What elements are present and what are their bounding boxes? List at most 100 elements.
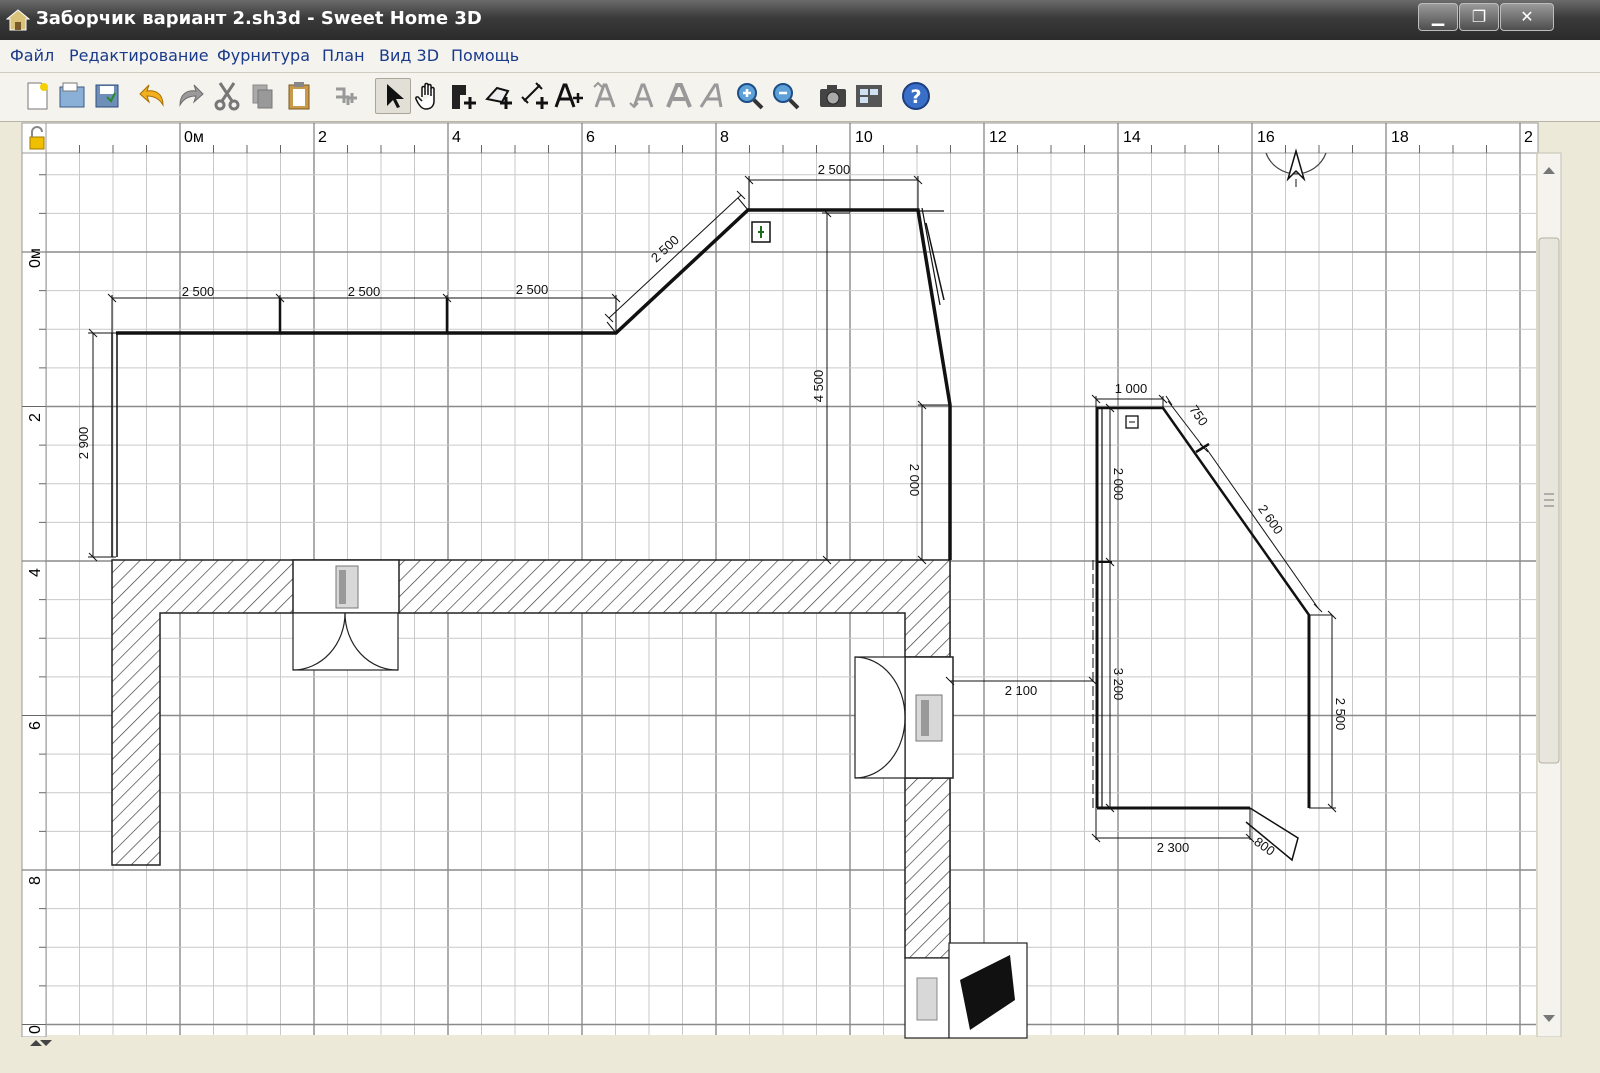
save-file-button[interactable] (90, 79, 124, 113)
redo-icon (179, 84, 204, 107)
menu-plan[interactable]: План (322, 46, 365, 65)
wall[interactable] (904, 777, 951, 959)
dimension-label: 2 900 (76, 427, 91, 460)
light-marker-icon[interactable] (751, 221, 771, 243)
menu-edit[interactable]: Редактирование (69, 46, 209, 65)
dimension-label: 2 100 (1005, 683, 1038, 698)
redo-button[interactable] (172, 79, 206, 113)
furniture-item[interactable] (948, 942, 1028, 1039)
arrow-pointer-icon (387, 84, 404, 108)
left-ruler: 0м 2 4 6 8 0 (21, 152, 47, 1038)
ruler-label-top: 2 (318, 129, 327, 146)
undo-icon (139, 84, 164, 107)
title-bar: Заборчик вариант 2.sh3d - Sweet Home 3D … (0, 0, 1600, 40)
menu-bar: Файл Редактирование Фурнитура План Вид 3… (0, 40, 1600, 73)
furniture-item[interactable] (904, 957, 950, 1039)
menu-furniture[interactable]: Фурнитура (217, 46, 310, 65)
close-button[interactable]: ✕ (1500, 3, 1554, 31)
create-photo-button[interactable] (816, 79, 850, 113)
create-walls-icon (452, 85, 476, 109)
ruler-label-top: 12 (989, 129, 1007, 146)
door-icon (915, 694, 943, 742)
add-text-icon (554, 83, 583, 108)
ruler-label-top: 8 (720, 129, 729, 146)
ruler-label-left: 6 (27, 721, 44, 730)
create-dimensions-icon (521, 82, 548, 109)
decrease-text-icon (629, 83, 654, 109)
maximize-button[interactable]: ❐ (1459, 3, 1499, 31)
scissors-icon (214, 82, 240, 111)
ruler-label-top: 16 (1257, 129, 1275, 146)
create-rooms-icon (485, 86, 512, 109)
ruler-label-top: 10 (855, 129, 873, 146)
dimension-label: 2 500 (348, 284, 381, 299)
ruler-label-top: 6 (586, 129, 595, 146)
zoom-in-button[interactable] (733, 79, 767, 113)
new-file-button[interactable] (20, 79, 54, 113)
undo-button[interactable] (137, 79, 171, 113)
dimension-label: 1 000 (1115, 381, 1148, 396)
paste-button[interactable] (282, 79, 316, 113)
create-video-button[interactable] (852, 79, 886, 113)
ruler-label-left: 0м (27, 248, 44, 268)
create-dimensions-button[interactable] (518, 79, 552, 113)
door-icon (335, 565, 359, 609)
menu-help[interactable]: Помощь (451, 46, 519, 65)
zoom-in-icon (737, 83, 764, 110)
dimension-label: 3 200 (1111, 668, 1126, 701)
ruler-label-top: 4 (452, 129, 461, 146)
increase-text-button[interactable] (590, 79, 624, 113)
add-furniture-button[interactable] (328, 79, 362, 113)
lock-icon[interactable] (21, 122, 47, 154)
dimension-label: 2 300 (1157, 840, 1190, 855)
ruler-label-left: 8 (27, 876, 44, 885)
open-file-button[interactable] (55, 79, 89, 113)
video-icon (856, 85, 882, 107)
menu-file[interactable]: Файл (10, 46, 54, 65)
menu-3d-view[interactable]: Вид 3D (379, 46, 439, 65)
decrease-text-button[interactable] (626, 79, 660, 113)
open-file-icon (59, 82, 85, 108)
bold-text-button[interactable] (662, 79, 696, 113)
italic-text-button[interactable] (697, 79, 731, 113)
copy-button[interactable] (246, 79, 280, 113)
plan-view[interactable]: 0м 2 4 6 8 10 12 14 16 18 2 0м 2 4 6 8 0 (0, 122, 1600, 1073)
cut-button[interactable] (210, 79, 244, 113)
increase-text-icon (593, 81, 616, 108)
door[interactable] (854, 656, 954, 779)
toolbar: ? (0, 73, 1600, 122)
zoom-out-button[interactable] (769, 79, 803, 113)
ruler-label-top: 2 (1524, 129, 1533, 146)
dimension-label: 2 500 (818, 162, 851, 177)
create-walls-button[interactable] (446, 79, 480, 113)
new-file-icon (27, 82, 48, 110)
create-rooms-button[interactable] (482, 79, 516, 113)
italic-text-icon (699, 83, 723, 108)
pan-mode-button[interactable] (412, 79, 446, 113)
vertical-scrollbar[interactable] (1536, 152, 1562, 1038)
minimize-button[interactable]: ▁ (1418, 3, 1458, 31)
ruler-label-left: 4 (27, 568, 44, 577)
ruler-label-left: 2 (27, 413, 44, 422)
camera-icon (820, 85, 846, 107)
help-button[interactable]: ? (899, 79, 933, 113)
light-marker-icon[interactable] (1125, 415, 1139, 429)
add-text-button[interactable] (552, 79, 586, 113)
add-furniture-icon (336, 87, 357, 105)
ruler-label-top: 18 (1391, 129, 1409, 146)
dimension-label: 2 000 (1111, 468, 1126, 501)
ruler-label-top: 0м (184, 129, 204, 146)
zoom-out-icon (773, 83, 800, 110)
window-title: Заборчик вариант 2.sh3d - Sweet Home 3D (36, 8, 482, 29)
dimension-label: 2 500 (1333, 698, 1348, 731)
svg-text:?: ? (910, 86, 921, 108)
help-icon: ? (902, 82, 930, 110)
ruler-label-top: 14 (1123, 129, 1141, 146)
top-ruler: 0м 2 4 6 8 10 12 14 16 18 2 (21, 122, 1539, 154)
paste-icon (288, 82, 310, 110)
door[interactable] (292, 559, 400, 671)
sweet-home-app-icon (5, 9, 31, 31)
dimension-label: 2 500 (182, 284, 215, 299)
select-mode-button[interactable] (375, 78, 411, 114)
dimension-label: 2 000 (907, 464, 922, 497)
